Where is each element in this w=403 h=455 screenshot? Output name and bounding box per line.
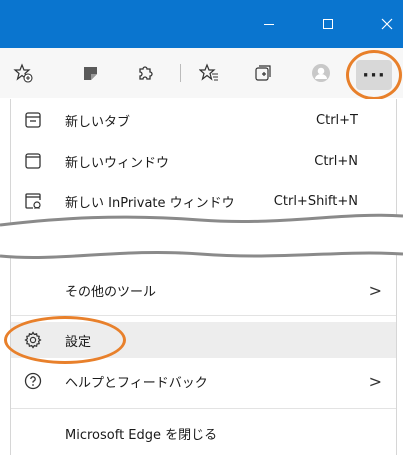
chevron-right-icon: > <box>368 371 382 391</box>
menu-item-new-tab[interactable]: 新しいタブ Ctrl+T <box>11 102 396 138</box>
gear-icon <box>24 331 42 349</box>
menu-label: その他のツール <box>65 284 157 300</box>
menu-label: ヘルプとフィードバック <box>65 375 208 391</box>
toolbar-separator <box>180 64 181 82</box>
collections-color-icon <box>84 67 97 80</box>
chevron-right-icon: > <box>368 280 382 300</box>
shortcut-text: Ctrl+N <box>314 153 358 169</box>
shortcut-text: Ctrl+T <box>316 112 358 128</box>
menu-label: 設定 <box>65 334 92 350</box>
favorites-button[interactable] <box>194 58 224 88</box>
menu-label: 新しい InPrivate ウィンドウ <box>65 195 235 211</box>
extensions-icon <box>139 66 153 80</box>
menu-label: Microsoft Edge を閉じる <box>65 427 218 443</box>
inprivate-icon <box>25 193 41 209</box>
shortcut-text: Ctrl+Shift+N <box>273 193 358 209</box>
collections-button[interactable] <box>248 58 278 88</box>
help-icon <box>24 372 42 390</box>
cut-wave-separator <box>0 213 403 260</box>
maximize-button[interactable] <box>305 0 351 48</box>
collections-icon <box>255 65 271 81</box>
minimize-icon <box>264 23 274 25</box>
profile-icon <box>312 64 330 82</box>
menu-item-new-window[interactable]: 新しいウィンドウ Ctrl+N <box>11 143 396 179</box>
add-favorite-button[interactable] <box>8 58 38 88</box>
profile-button[interactable] <box>306 58 336 88</box>
new-tab-icon <box>25 112 41 128</box>
add-favorite-icon <box>13 63 33 83</box>
menu-label: 新しいタブ <box>65 114 131 130</box>
collections-color-button[interactable] <box>76 58 106 88</box>
menu-divider <box>11 408 396 409</box>
menu-item-close-edge[interactable]: Microsoft Edge を閉じる <box>11 415 396 451</box>
menu-item-settings[interactable]: 設定 <box>11 322 396 358</box>
new-window-icon <box>25 153 41 169</box>
menu-item-more-tools[interactable]: その他のツール > <box>11 272 396 308</box>
title-bar <box>0 0 403 48</box>
settings-and-more-button[interactable]: ··· <box>356 60 392 90</box>
maximize-icon <box>323 19 333 29</box>
browser-toolbar <box>0 48 403 98</box>
menu-divider <box>11 315 396 316</box>
close-icon <box>381 18 393 30</box>
settings-menu: 新しいタブ Ctrl+T 新しいウィンドウ Ctrl+N 新しい InPriva… <box>10 99 397 455</box>
close-window-button[interactable] <box>364 0 403 48</box>
more-icon: ··· <box>362 64 386 86</box>
minimize-button[interactable] <box>246 0 292 48</box>
menu-label: 新しいウィンドウ <box>65 155 170 171</box>
favorites-icon <box>199 63 218 81</box>
menu-item-help-feedback[interactable]: ヘルプとフィードバック > <box>11 363 396 399</box>
extensions-button[interactable] <box>130 58 160 88</box>
